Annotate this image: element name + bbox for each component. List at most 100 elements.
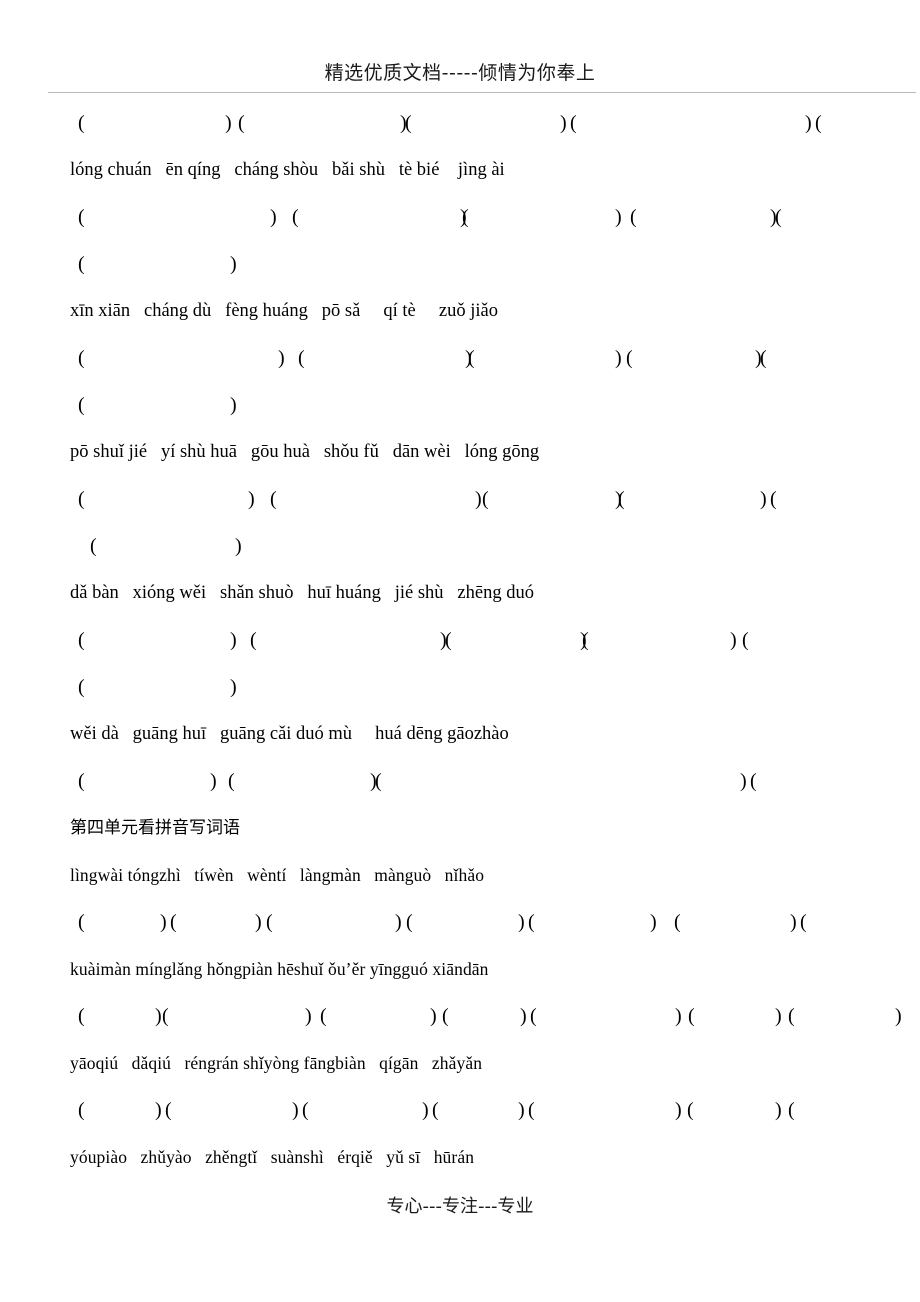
answer-blank-close-paren[interactable]: ) [520,993,527,1040]
answer-blank-open-paren[interactable]: ( [687,1087,694,1134]
answer-blank-open-paren[interactable]: ( [742,617,749,664]
answer-blank-close-paren[interactable]: ) [230,382,237,429]
answer-blank-open-paren[interactable]: ( [238,100,245,147]
answer-blank-open-paren[interactable]: ( [320,993,327,1040]
answer-bracket-row: ()()()()() [0,335,920,382]
answer-blank-close-paren[interactable]: ) [775,993,782,1040]
answer-blank-close-paren[interactable]: ) [615,194,622,241]
answer-blank-open-paren[interactable]: ( [788,1087,795,1134]
answer-blank-open-paren[interactable]: ( [78,758,85,805]
answer-blank-open-paren[interactable]: ( [570,100,577,147]
answer-blank-close-paren[interactable]: ) [248,476,255,523]
answer-blank-open-paren[interactable]: ( [266,899,273,946]
answer-blank-open-paren[interactable]: ( [775,194,782,241]
answer-blank-close-paren[interactable]: ) [155,993,162,1040]
answer-blank-open-paren[interactable]: ( [688,993,695,1040]
answer-blank-open-paren[interactable]: ( [405,100,412,147]
answer-blank-close-paren[interactable]: ) [430,993,437,1040]
answer-blank-open-paren[interactable]: ( [78,382,85,429]
answer-blank-open-paren[interactable]: ( [530,993,537,1040]
answer-blank-open-paren[interactable]: ( [228,758,235,805]
answer-blank-close-paren[interactable]: ) [230,617,237,664]
answer-blank-close-paren[interactable]: ) [292,1087,299,1134]
answer-blank-open-paren[interactable]: ( [815,100,822,147]
answer-blank-close-paren[interactable]: ) [775,1087,782,1134]
answer-blank-close-paren[interactable]: ) [225,100,232,147]
answer-blank-open-paren[interactable]: ( [432,1087,439,1134]
answer-blank-open-paren[interactable]: ( [78,335,85,382]
answer-blank-open-paren[interactable]: ( [788,993,795,1040]
answer-blank-open-paren[interactable]: ( [674,899,681,946]
answer-blank-open-paren[interactable]: ( [528,1087,535,1134]
answer-bracket-row: () [0,382,920,429]
answer-blank-open-paren[interactable]: ( [78,617,85,664]
pinyin-row: pō shuǐ jié yí shù huā gōu huà shǒu fǔ d… [0,429,920,476]
answer-blank-open-paren[interactable]: ( [78,664,85,711]
answer-blank-close-paren[interactable]: ) [790,899,797,946]
answer-blank-open-paren[interactable]: ( [250,617,257,664]
answer-blank-close-paren[interactable]: ) [740,758,747,805]
answer-blank-close-paren[interactable]: ) [235,523,242,570]
answer-blank-open-paren[interactable]: ( [482,476,489,523]
answer-blank-open-paren[interactable]: ( [78,100,85,147]
answer-blank-open-paren[interactable]: ( [90,523,97,570]
answer-blank-open-paren[interactable]: ( [630,194,637,241]
pinyin-row: kuàimàn mínglǎng hǒngpiàn hēshuǐ ǒu’ěr y… [0,946,920,993]
answer-blank-close-paren[interactable]: ) [210,758,217,805]
answer-blank-close-paren[interactable]: ) [518,899,525,946]
answer-blank-open-paren[interactable]: ( [375,758,382,805]
answer-blank-open-paren[interactable]: ( [750,758,757,805]
answer-blank-close-paren[interactable]: ) [675,1087,682,1134]
answer-blank-open-paren[interactable]: ( [78,241,85,288]
answer-blank-open-paren[interactable]: ( [445,617,452,664]
answer-blank-open-paren[interactable]: ( [760,335,767,382]
answer-blank-close-paren[interactable]: ) [278,335,285,382]
answer-blank-open-paren[interactable]: ( [582,617,589,664]
answer-blank-open-paren[interactable]: ( [78,194,85,241]
answer-blank-open-paren[interactable]: ( [78,476,85,523]
answer-blank-close-paren[interactable]: ) [230,664,237,711]
answer-blank-close-paren[interactable]: ) [230,241,237,288]
answer-blank-close-paren[interactable]: ) [650,899,657,946]
answer-blank-open-paren[interactable]: ( [442,993,449,1040]
answer-blank-close-paren[interactable]: ) [395,899,402,946]
answer-blank-close-paren[interactable]: ) [895,993,902,1040]
answer-blank-close-paren[interactable]: ) [255,899,262,946]
answer-blank-close-paren[interactable]: ) [518,1087,525,1134]
answer-blank-open-paren[interactable]: ( [78,899,85,946]
answer-blank-open-paren[interactable]: ( [618,476,625,523]
bracket-group: ()()()()()()() [70,1087,900,1134]
answer-blank-open-paren[interactable]: ( [78,1087,85,1134]
answer-blank-close-paren[interactable]: ) [675,993,682,1040]
answer-blank-close-paren[interactable]: ) [475,476,482,523]
answer-blank-open-paren[interactable]: ( [270,476,277,523]
answer-blank-close-paren[interactable]: ) [155,1087,162,1134]
answer-blank-close-paren[interactable]: ) [730,617,737,664]
answer-blank-open-paren[interactable]: ( [468,335,475,382]
answer-blank-open-paren[interactable]: ( [406,899,413,946]
pinyin-row: lìngwài tóngzhì tíwèn wèntí làngmàn màng… [0,852,920,899]
answer-blank-close-paren[interactable]: ) [270,194,277,241]
answer-blank-open-paren[interactable]: ( [528,899,535,946]
answer-blank-open-paren[interactable]: ( [78,993,85,1040]
answer-blank-open-paren[interactable]: ( [462,194,469,241]
answer-blank-open-paren[interactable]: ( [626,335,633,382]
answer-blank-close-paren[interactable]: ) [805,100,812,147]
answer-blank-close-paren[interactable]: ) [615,335,622,382]
answer-blank-open-paren[interactable]: ( [165,1087,172,1134]
answer-blank-open-paren[interactable]: ( [302,1087,309,1134]
answer-blank-close-paren[interactable]: ) [760,476,767,523]
answer-blank-open-paren[interactable]: ( [298,335,305,382]
answer-blank-close-paren[interactable]: ) [560,100,567,147]
answer-blank-close-paren[interactable]: ) [422,1087,429,1134]
answer-blank-open-paren[interactable]: ( [800,899,807,946]
answer-blank-open-paren[interactable]: ( [292,194,299,241]
answer-blank-close-paren[interactable]: ) [160,899,167,946]
answer-blank-open-paren[interactable]: ( [770,476,777,523]
answer-blank-close-paren[interactable]: ) [305,993,312,1040]
bracket-group: () [70,241,900,288]
pinyin-row: yāoqiú dǎqiú réngrán shǐyòng fāngbiàn qí… [0,1040,920,1087]
pinyin-row: xīn xiān cháng dù fèng huáng pō sǎ qí tè… [0,288,920,335]
answer-blank-open-paren[interactable]: ( [170,899,177,946]
answer-blank-open-paren[interactable]: ( [162,993,169,1040]
